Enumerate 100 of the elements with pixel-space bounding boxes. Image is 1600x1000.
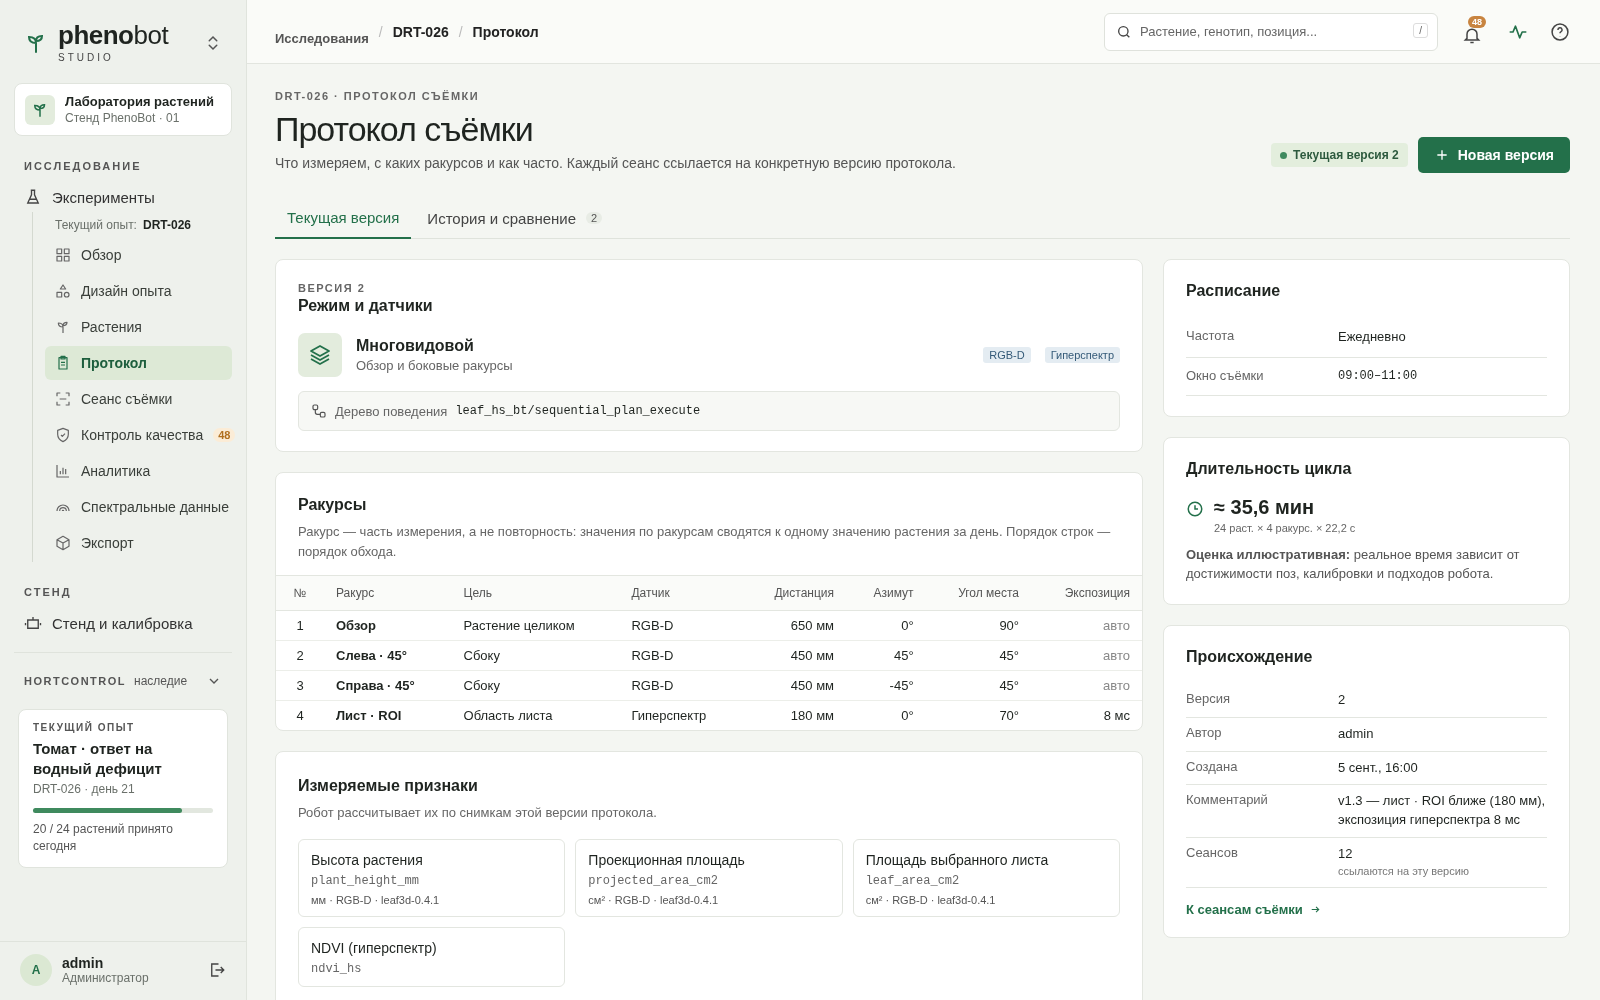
table-cell: 45°	[925, 670, 1032, 701]
field-value: leaf_hs_bt/sequential_plan_execute	[455, 404, 701, 418]
trait-meta: см² · RGB-D · leaf3d-0.4.1	[588, 893, 720, 906]
table-cell: Слева · 45°	[324, 640, 452, 671]
grid-icon	[55, 247, 71, 263]
current-experiment-card[interactable]: ТЕКУЩИЙ ОПЫТ Томат · ответ на водный дефицит DRT-026 · день 21 20 / 24 растений принято сегодня	[18, 709, 228, 868]
nav-item[interactable]: Сеанс съёмки	[45, 382, 232, 416]
field-label: Дерево поведения	[335, 403, 448, 419]
page-title: Протокол съёмки	[275, 110, 534, 149]
table-cell: 45°	[925, 640, 1032, 671]
trait-code: plant_height_mm	[311, 873, 421, 888]
sessions-link[interactable]: К сеансам съёмки	[1186, 901, 1322, 917]
table-cell: Гиперспектр	[619, 700, 743, 730]
table-cell: 0°	[846, 700, 926, 730]
breadcrumb[interactable]: DRT-026	[392, 21, 449, 42]
trait-name: Площадь выбранного листа	[865, 851, 1050, 868]
card-description: Робот рассчитывает их по снимкам этой версии протокола.	[298, 804, 658, 822]
card-eyebrow: ВЕРСИЯ 2	[298, 282, 367, 294]
table-cell: Лист · ROI	[324, 700, 452, 730]
table-cell: 90°	[925, 610, 1032, 641]
help-icon[interactable]	[1550, 21, 1570, 42]
user-avatar: A	[20, 954, 52, 986]
field-value: 09:00–11:00	[1338, 367, 1419, 385]
flask-icon	[24, 188, 42, 206]
logout-icon[interactable]	[208, 961, 226, 979]
breadcrumb: Протокол	[472, 22, 539, 42]
scan-icon	[55, 391, 71, 407]
nav-item[interactable]: Стенд и калибровка	[14, 608, 232, 638]
field-value: admin	[1338, 724, 1375, 743]
table-cell: 650 мм	[742, 610, 846, 641]
card-title: Измеряемые признаки	[298, 777, 479, 795]
column-header: Экспозиция	[1031, 575, 1142, 611]
workspace-title: Лаборатория растений	[65, 94, 214, 109]
package-icon	[55, 535, 71, 551]
table-cell: Справа · 45°	[324, 670, 452, 701]
field-label: Окно съёмки	[1186, 367, 1265, 385]
clock-icon	[1186, 500, 1204, 519]
nav-item[interactable]: Растения	[45, 310, 232, 344]
nav-item[interactable]: Эксперименты	[14, 182, 232, 212]
search-icon	[1116, 23, 1132, 40]
card-description: Ракурс — часть измерения, а не повторность: значения по ракурсам сводятся к одному значению растения за день. Порядок строк — порядок обхода.	[298, 523, 1112, 561]
nav-item[interactable]: Обзор	[45, 238, 232, 272]
trait-code: ndvi_hs	[311, 961, 363, 976]
nav-item[interactable]: Экспорт	[45, 526, 232, 560]
shapes-icon	[55, 283, 71, 299]
shield-icon	[55, 427, 71, 443]
table-cell: -45°	[846, 670, 926, 701]
tab[interactable]: Текущая версия	[275, 199, 412, 239]
nodes-icon	[311, 403, 327, 419]
column-header: Датчик	[619, 575, 743, 611]
sprout-icon	[55, 319, 71, 335]
nav-item[interactable]: Аналитика	[45, 454, 232, 488]
table-cell: Обзор	[324, 610, 452, 641]
breadcrumb-separator: /	[378, 22, 383, 42]
table-cell: авто	[1031, 670, 1142, 701]
table-cell: Сбоку	[451, 670, 620, 701]
field-value: v1.3 — лист · ROI ближе (180 мм), экспозиция гиперспектра 8 мс	[1338, 792, 1547, 830]
nav-item[interactable]: Дизайн опыта	[45, 274, 232, 308]
table-cell: авто	[1031, 640, 1142, 671]
trait-name: Проекционная площадь	[588, 851, 746, 868]
nav-item[interactable]: Спектральные данные	[45, 490, 232, 524]
column-header: Азимут	[846, 575, 926, 611]
notification-badge: 48	[1468, 16, 1486, 28]
field-value: 2	[1338, 690, 1347, 709]
trait-name: NDVI (гиперспектр)	[311, 939, 438, 956]
column-header: Дистанция	[742, 575, 846, 611]
count-badge: 48	[213, 428, 236, 442]
layers-icon	[308, 343, 332, 367]
breadcrumb-separator: /	[458, 22, 463, 42]
table-cell: 3	[276, 670, 324, 701]
table-cell: 1	[276, 610, 324, 641]
field-label: Автор	[1186, 724, 1223, 742]
trait-name: Высота растения	[311, 851, 424, 868]
workspace-card[interactable]: Лаборатория растений Стенд PhenoBot · 01	[14, 83, 232, 136]
field-label: Комментарий	[1186, 792, 1269, 810]
card-title: Длительность цикла	[1186, 460, 1353, 479]
current-experiment-id: DRT-026	[142, 218, 191, 232]
mode-name: Многовидовой	[356, 337, 475, 355]
brand-name: phenobot	[58, 22, 170, 48]
table-cell: 8 мс	[1031, 700, 1142, 730]
table-cell: Сбоку	[451, 640, 620, 671]
table-cell: 70°	[925, 700, 1032, 730]
legacy-section-toggle[interactable]: HORTCONTROL наследие	[14, 652, 232, 699]
new-version-button[interactable]: Новая версия	[1417, 137, 1570, 173]
card-title: Режим и датчики	[298, 297, 434, 315]
workspace-subtitle: Стенд PhenoBot · 01	[65, 111, 181, 125]
field-label: Версия	[1186, 690, 1231, 708]
estimate-note: Оценка иллюстративная: реальное время зависит от достижимости поз, калибровки и подходов робота.	[1186, 546, 1521, 584]
field-value: 5 сент., 16:00	[1338, 758, 1419, 777]
page-eyebrow: DRT-026 · ПРОТОКОЛ СЪЁМКИ	[275, 90, 481, 102]
current-experiment-label: Текущий опыт:	[55, 218, 137, 232]
robot-icon	[24, 614, 42, 632]
nav-item[interactable]: Протокол	[45, 346, 232, 380]
table-cell: RGB-D	[619, 610, 743, 641]
card-title: Расписание	[1186, 282, 1282, 300]
breadcrumb[interactable]: Исследования	[275, 28, 369, 49]
progress-caption: 20 / 24 растений принято сегодня	[33, 821, 174, 855]
tab[interactable]: История и сравнение 2	[415, 199, 615, 238]
card-title: Происхождение	[1186, 647, 1314, 666]
table-cell: 4	[276, 700, 324, 730]
